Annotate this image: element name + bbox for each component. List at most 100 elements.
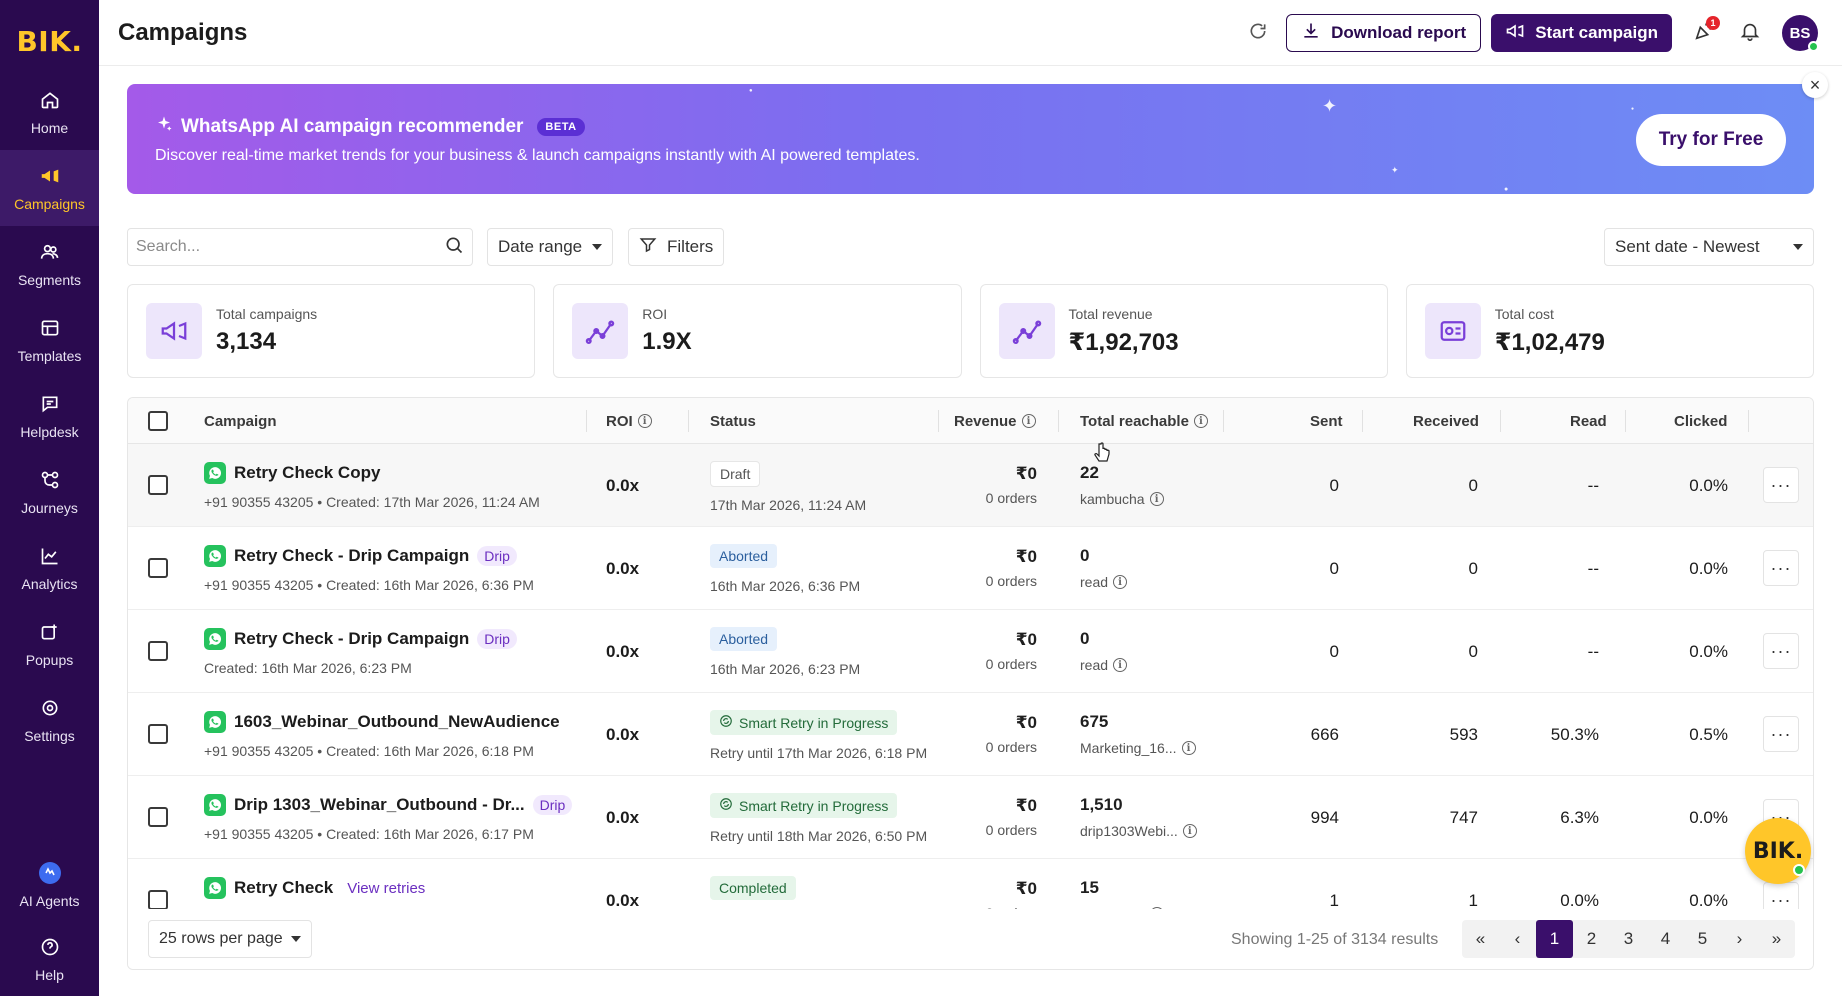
- announcements-button[interactable]: 1: [1686, 15, 1722, 51]
- stat-label: ROI: [642, 306, 668, 322]
- sidebar-item-help[interactable]: Help: [0, 922, 99, 996]
- announcement-count: 1: [1706, 16, 1720, 30]
- sidebar-item-helpdesk[interactable]: Helpdesk: [0, 378, 99, 454]
- table-row[interactable]: Retry Check Copy +91 90355 43205 • Creat…: [128, 444, 1813, 527]
- sidebar-item-settings[interactable]: Settings: [0, 682, 99, 758]
- view-retries-link[interactable]: View retries: [347, 880, 425, 897]
- info-icon[interactable]: i: [1181, 741, 1196, 755]
- campaign-name-text: Retry Check - Drip Campaign: [234, 629, 470, 648]
- more-actions-button[interactable]: ···: [1763, 882, 1799, 911]
- info-icon[interactable]: i: [637, 414, 652, 428]
- last-page-button[interactable]: »: [1758, 920, 1795, 958]
- users-icon: [38, 240, 62, 264]
- download-report-button[interactable]: Download report: [1286, 14, 1482, 52]
- sort-dropdown[interactable]: Sent date - Newest: [1604, 228, 1814, 266]
- campaign-name[interactable]: Retry Check - Drip Campaign Drip: [204, 545, 534, 567]
- sidebar-item-campaigns[interactable]: Campaigns: [0, 150, 99, 226]
- gear-icon: [38, 696, 62, 720]
- row-select-cell: [148, 475, 168, 495]
- row-checkbox[interactable]: [148, 807, 168, 827]
- revenue-cell: ₹0 0 orders: [986, 547, 1037, 589]
- campaign-name[interactable]: 1603_Webinar_Outbound_NewAudience: [204, 711, 560, 733]
- first-page-button[interactable]: «: [1462, 920, 1499, 958]
- more-actions-button[interactable]: ···: [1763, 716, 1799, 752]
- start-campaign-button[interactable]: Start campaign: [1491, 14, 1672, 52]
- table-row[interactable]: Retry Check - Drip Campaign Drip Created…: [128, 610, 1813, 693]
- stat-total-campaigns: Total campaigns 3,134: [127, 284, 536, 378]
- campaign-name[interactable]: Retry Check View retries: [204, 877, 542, 899]
- page-button-5[interactable]: 5: [1684, 920, 1721, 958]
- sidebar-item-analytics[interactable]: Analytics: [0, 530, 99, 606]
- trend-icon: [998, 303, 1055, 359]
- table-row[interactable]: Drip 1303_Webinar_Outbound - Dr... Drip …: [128, 776, 1813, 859]
- search-input[interactable]: [136, 238, 444, 256]
- info-icon[interactable]: i: [1021, 414, 1036, 428]
- stat-total-cost: Total cost ₹1,02,479: [1405, 284, 1814, 378]
- row-checkbox[interactable]: [148, 724, 168, 744]
- table-row[interactable]: Retry Check - Drip Campaign Drip +91 903…: [128, 527, 1813, 610]
- chat-icon: [38, 392, 62, 416]
- avatar[interactable]: BS: [1782, 15, 1819, 52]
- campaigns-table: Campaign ROI i Status Revenue i Total reac…: [127, 397, 1814, 970]
- chart-icon: [38, 544, 62, 568]
- orders-count: 0 orders: [985, 573, 1037, 589]
- page-button-3[interactable]: 3: [1610, 920, 1647, 958]
- page-button-2[interactable]: 2: [1573, 920, 1610, 958]
- chevron-down-icon: [290, 936, 301, 942]
- page-button-1[interactable]: 1: [1536, 920, 1573, 958]
- try-for-free-button[interactable]: Try for Free: [1636, 114, 1786, 166]
- info-icon[interactable]: i: [1182, 824, 1197, 838]
- sent-value: 0: [1329, 642, 1339, 661]
- stats-row: Total campaigns 3,134 ROI 1.9X Total reven…: [127, 284, 1814, 378]
- more-actions-button[interactable]: ···: [1763, 467, 1799, 503]
- status-badge-text: Aborted: [719, 631, 769, 647]
- notifications-button[interactable]: [1732, 15, 1768, 51]
- refresh-button[interactable]: [1240, 15, 1276, 51]
- info-icon[interactable]: i: [1113, 575, 1128, 589]
- sidebar-item-ai-agents[interactable]: AI Agents: [0, 848, 99, 922]
- status-badge-text: Smart Retry in Progress: [739, 797, 889, 814]
- whatsapp-icon: [204, 462, 226, 484]
- more-actions-button[interactable]: ···: [1763, 633, 1799, 669]
- search-icon[interactable]: [444, 235, 464, 260]
- row-checkbox[interactable]: [148, 641, 168, 661]
- download-icon: [1301, 21, 1321, 46]
- megaphone-icon: [1505, 21, 1525, 46]
- sidebar-item-label: Settings: [24, 728, 75, 744]
- next-page-button[interactable]: ›: [1721, 920, 1758, 958]
- campaign-name[interactable]: Drip 1303_Webinar_Outbound - Dr... Drip: [204, 794, 573, 816]
- info-icon[interactable]: i: [1113, 658, 1128, 672]
- campaign-name[interactable]: Retry Check Copy: [204, 462, 540, 484]
- row-checkbox[interactable]: [148, 890, 168, 910]
- sidebar-item-segments[interactable]: Segments: [0, 226, 99, 302]
- filters-button[interactable]: Filters: [628, 228, 725, 266]
- row-checkbox[interactable]: [148, 475, 168, 495]
- status-cell: Aborted 16th Mar 2026, 6:23 PM: [710, 627, 860, 677]
- sidebar-item-journeys[interactable]: Journeys: [0, 454, 99, 530]
- info-icon[interactable]: i: [1149, 492, 1164, 506]
- info-icon[interactable]: i: [1193, 414, 1208, 428]
- table-row[interactable]: 1603_Webinar_Outbound_NewAudience +91 90…: [128, 693, 1813, 776]
- roi-value: 0.0x: [606, 559, 640, 578]
- sidebar-item-popups[interactable]: Popups: [0, 606, 99, 682]
- read-value: --: [1587, 642, 1599, 661]
- rows-per-page-dropdown[interactable]: 25 rows per page: [148, 920, 312, 958]
- table-row[interactable]: Retry Check View retries +91 90355 43205…: [128, 859, 1813, 911]
- bik-assistant-button[interactable]: BIK.: [1745, 818, 1811, 884]
- stat-value: 1.9X: [642, 328, 692, 355]
- campaign-name[interactable]: Retry Check - Drip Campaign Drip: [204, 628, 517, 650]
- select-all-checkbox[interactable]: [148, 411, 168, 431]
- col-sent: Sent: [1310, 412, 1343, 430]
- campaign-cell: Drip 1303_Webinar_Outbound - Dr... Drip …: [204, 794, 573, 842]
- date-range-dropdown[interactable]: Date range: [487, 228, 614, 266]
- more-actions-button[interactable]: ···: [1763, 550, 1799, 586]
- sidebar-item-home[interactable]: Home: [0, 74, 99, 150]
- reachable-value: 1,510: [1080, 795, 1123, 814]
- close-banner-button[interactable]: ×: [1802, 72, 1828, 98]
- sidebar-item-templates[interactable]: Templates: [0, 302, 99, 378]
- campaign-meta: +91 90355 43205 • Created: 16th Mar 2026…: [204, 577, 534, 593]
- page-button-4[interactable]: 4: [1647, 920, 1684, 958]
- reachable-segment: drip1303Webi... i: [1080, 823, 1197, 839]
- row-checkbox[interactable]: [148, 558, 168, 578]
- prev-page-button[interactable]: ‹: [1499, 920, 1536, 958]
